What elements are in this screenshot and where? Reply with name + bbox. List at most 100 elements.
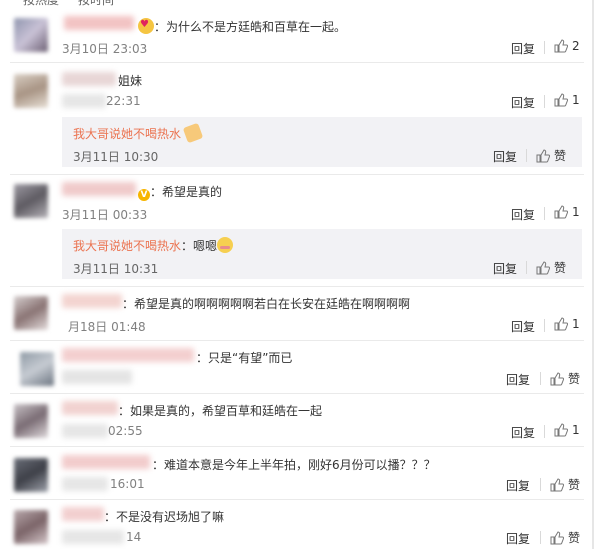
thumbs-up-icon	[536, 260, 550, 274]
username[interactable]	[62, 348, 194, 362]
divider	[544, 41, 545, 54]
comment-text: ：只是“有望”而已	[196, 351, 293, 365]
blurred-date	[62, 477, 108, 491]
username[interactable]	[62, 401, 118, 415]
separator	[10, 174, 584, 175]
separator	[10, 393, 584, 394]
divider	[540, 372, 541, 385]
thumbs-up-icon	[536, 148, 550, 162]
handshake-emoji	[182, 122, 204, 144]
sub-reply-time: 3月11日 10:30	[73, 150, 159, 164]
blurred-date	[62, 370, 132, 384]
like-count: 1	[572, 205, 580, 219]
divider	[526, 261, 527, 274]
reply-button[interactable]: 回复	[511, 40, 535, 57]
like-button[interactable]: 1	[554, 317, 580, 331]
thumbs-up-icon	[554, 317, 568, 331]
separator	[10, 62, 584, 63]
comment-time: 14	[126, 530, 142, 544]
like-button[interactable]: 1	[554, 423, 580, 437]
separator	[10, 499, 584, 500]
username[interactable]	[62, 182, 136, 196]
username[interactable]	[62, 507, 104, 521]
vip-badge-icon: V	[138, 189, 150, 201]
divider	[544, 425, 545, 438]
like-button[interactable]: 1	[554, 93, 580, 107]
thumbs-up-icon	[550, 477, 564, 491]
blurred-date	[62, 530, 124, 544]
like-count: 1	[572, 423, 580, 437]
blurred-date	[62, 94, 106, 108]
avatar[interactable]	[14, 74, 48, 108]
like-count: 2	[572, 39, 580, 53]
separator	[10, 286, 584, 287]
avatar[interactable]	[14, 458, 48, 492]
sub-reply: 我大哥说她不喝热水：嗯嗯 3月11日 10:31 回复 赞	[62, 229, 582, 279]
reply-button[interactable]: 回复	[511, 424, 535, 441]
thumbs-up-icon	[554, 205, 568, 219]
avatar[interactable]	[14, 296, 48, 330]
thumbs-up-icon	[554, 423, 568, 437]
like-button[interactable]: 赞	[536, 147, 566, 164]
avatar[interactable]	[14, 404, 48, 438]
sub-reply: 我大哥说她不喝热水 3月11日 10:30 回复 赞	[62, 117, 582, 167]
avatar[interactable]	[14, 18, 48, 52]
divider	[540, 478, 541, 491]
reply-button[interactable]: 回复	[511, 318, 535, 335]
username[interactable]	[62, 455, 150, 469]
like-button[interactable]: 赞	[550, 476, 580, 493]
like-label: 赞	[568, 372, 581, 386]
avatar[interactable]	[20, 352, 54, 386]
separator	[10, 340, 584, 341]
sub-reply-text: 我大哥说她不喝热水：嗯嗯	[73, 237, 234, 254]
username[interactable]	[62, 72, 116, 86]
thumbs-up-icon	[554, 93, 568, 107]
heart-eyes-emoji	[138, 18, 154, 34]
like-button[interactable]: 1	[554, 205, 580, 219]
comment-text: ：难道本意是今年上半年拍，刚好6月份可以播？？？	[152, 458, 436, 472]
reply-button[interactable]: 回复	[506, 371, 530, 388]
thumbs-up-icon	[550, 371, 564, 385]
like-label: 赞	[554, 261, 567, 275]
like-button[interactable]: 赞	[536, 259, 566, 276]
divider	[544, 207, 545, 220]
sub-reply-time: 3月11日 10:31	[73, 262, 159, 276]
reply-button[interactable]: 回复	[493, 260, 517, 277]
divider	[544, 319, 545, 332]
shy-emoji	[217, 237, 234, 253]
username[interactable]	[64, 16, 134, 30]
like-button[interactable]: 赞	[550, 529, 580, 546]
sub-reply-username[interactable]: 我大哥说她不喝热水	[73, 127, 181, 141]
like-button[interactable]: 2	[554, 39, 580, 53]
reply-button[interactable]: 回复	[511, 94, 535, 111]
comment-text: ：为什么不是方廷皓和百草在一起。	[138, 18, 346, 35]
separator	[10, 446, 584, 447]
sub-reply-username[interactable]: 我大哥说她不喝热水	[73, 239, 181, 253]
reply-button[interactable]: 回复	[511, 206, 535, 223]
divider	[540, 531, 541, 544]
like-label: 赞	[568, 478, 581, 492]
avatar[interactable]	[14, 184, 48, 218]
like-count: 1	[572, 317, 580, 331]
reply-button[interactable]: 回复	[506, 530, 530, 547]
tab-hot[interactable]: 按热度	[23, 0, 59, 8]
like-label: 赞	[554, 149, 567, 163]
comment-time: 3月11日 00:33	[62, 208, 148, 222]
like-label: 赞	[568, 531, 581, 545]
reply-button[interactable]: 回复	[506, 477, 530, 494]
comment-text: ：不是没有迟场旭了嘛	[104, 510, 225, 524]
tab-time[interactable]: 按时间	[78, 0, 114, 8]
divider	[544, 95, 545, 108]
avatar[interactable]	[14, 510, 48, 544]
comment-time: 16:01	[110, 477, 145, 491]
thumbs-up-icon	[554, 39, 568, 53]
comment-time: 22:31	[106, 94, 141, 108]
like-button[interactable]: 赞	[550, 370, 580, 387]
username[interactable]	[62, 294, 122, 308]
reply-button[interactable]: 回复	[493, 148, 517, 165]
comment-text: V ：希望是真的	[138, 183, 222, 201]
comment-time: 3月10日 23:03	[62, 42, 148, 56]
thumbs-up-icon	[550, 530, 564, 544]
divider	[526, 149, 527, 162]
comment-text: 姐妹	[118, 74, 143, 88]
